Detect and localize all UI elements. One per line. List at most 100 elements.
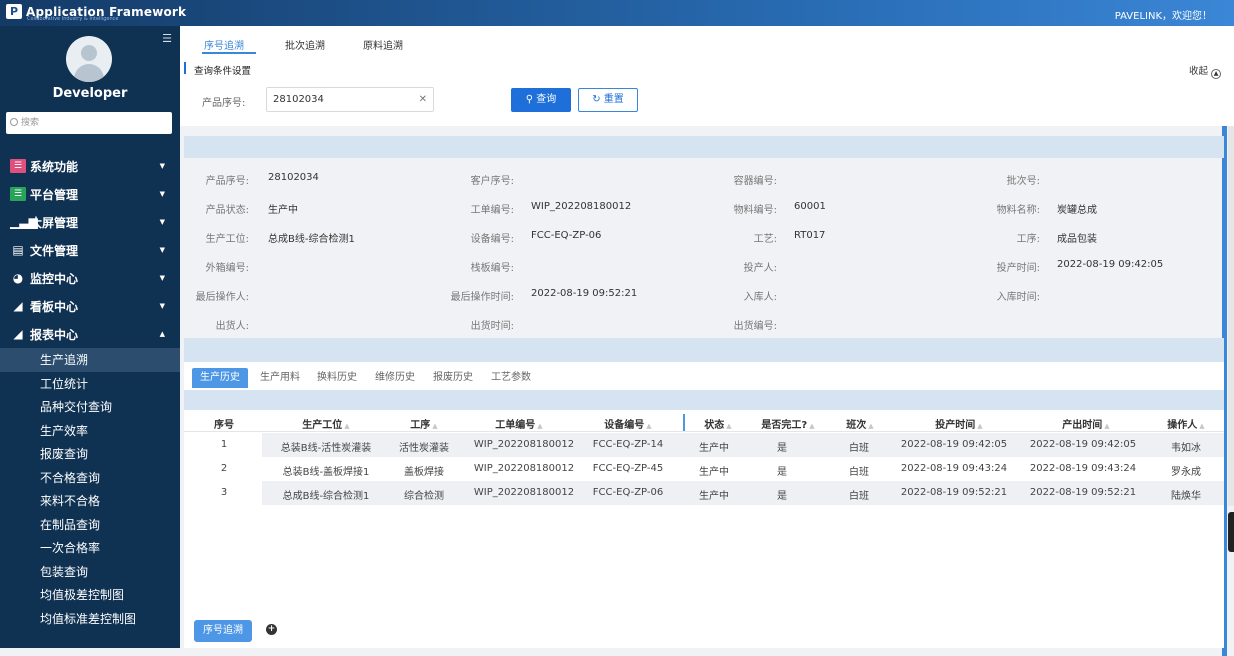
info-value: 总成B线-综合检测1 [268,234,355,245]
line-chart-icon: ◢ [13,327,23,341]
column-resize-handle[interactable] [683,414,685,431]
section-title: 查询条件设置 [194,66,252,77]
sidebar-item-report[interactable]: ◢ 报表中心 ▲ [0,320,180,348]
side-drawer-handle[interactable] [1228,512,1234,552]
sidebar-item-screen[interactable]: ▁▃▆ 大屏管理 ▼ [0,208,180,236]
sidebar-item-platform[interactable]: ☰ 平台管理 ▼ [0,180,180,208]
info-label: 外箱编号: [205,263,249,274]
cell-done: 是 [777,443,787,454]
table-row[interactable]: 3 总成B线-综合检测1 综合检测 WIP_202208180012 FCC-E… [184,481,1224,505]
col-header-status[interactable]: 状态 ▲ [698,416,738,431]
col-header-done[interactable]: 是否完工? ▲ [758,416,818,431]
col-header-station[interactable]: 生产工位 ▲ [286,416,366,431]
sidebar-subitem[interactable]: 报废查询 [0,442,180,466]
info-label: 批次号: [1006,176,1040,187]
file-icon: ▤ [12,243,24,257]
tab-change-history[interactable]: 换料历史 [317,368,357,388]
sort-icon[interactable]: ▲ [1199,422,1204,430]
col-header-index: 序号 [214,420,234,431]
col-header-device[interactable]: 设备编号 ▲ [598,416,658,431]
table-row[interactable]: 2 总装B线-盖板焊接1 盖板焊接 WIP_202208180012 FCC-E… [184,457,1224,481]
cell-process: 盖板焊接 [404,467,444,478]
info-label: 产品序号: [205,176,249,187]
tab-material-trace[interactable]: 原料追溯 [363,37,403,52]
sort-icon[interactable]: ▲ [868,422,873,430]
sidebar-subitem[interactable]: 均值极差控制图 [0,583,180,607]
sort-icon[interactable]: ▲ [344,422,349,430]
tab-batch-trace[interactable]: 批次追溯 [285,37,325,52]
info-value: 生产中 [268,205,298,216]
sort-icon[interactable]: ▲ [537,422,542,430]
add-tab-icon[interactable]: + [266,624,277,635]
clear-icon[interactable]: ✕ [419,88,427,111]
detail-panel: 生产历史 生产用料 换料历史 维修历史 报废历史 工艺参数 序号 生产工位 ▲ 工… [184,362,1224,648]
welcome-text[interactable]: PAVELINK，欢迎您！ [1115,7,1212,22]
sort-icon[interactable]: ▲ [809,422,814,430]
collapse-link[interactable]: 收起 ▲ [1189,63,1221,79]
sort-icon[interactable]: ▲ [646,422,651,430]
logo-mark: P [6,4,22,19]
sidebar-item-files[interactable]: ▤ 文件管理 ▼ [0,236,180,264]
info-label: 出货人: [215,321,249,332]
serial-input[interactable]: 28102034 ✕ [266,87,434,112]
chevron-down-icon: ▼ [159,218,165,226]
cell-device: FCC-EQ-ZP-06 [592,487,664,498]
tab-material-usage[interactable]: 生产用料 [260,368,300,388]
col-header-shift[interactable]: 班次 ▲ [844,416,876,431]
page-tab-serial-trace[interactable]: 序号追溯 [194,620,252,642]
info-label: 投产人: [743,263,777,274]
col-header-end-time[interactable]: 产出时间 ▲ [1056,416,1116,431]
cell-start-time: 2022-08-19 09:52:21 [900,487,1008,498]
info-label: 出货编号: [733,321,777,332]
sidebar-subitem-trace[interactable]: 生产追溯 [0,348,180,372]
sidebar-subitem[interactable]: 生产效率 [0,419,180,443]
cell-shift: 白班 [849,443,869,454]
sidebar-subitem[interactable]: 品种交付查询 [0,395,180,419]
reset-button[interactable]: ↻ 重置 [578,88,638,112]
col-header-process[interactable]: 工序 ▲ [404,416,444,431]
table-header: 序号 生产工位 ▲ 工序 ▲ 工单编号 ▲ 设备编号 ▲ 状态 ▲ 是否完工? ▲ 班次 ▲ … [184,412,1224,432]
col-header-wo[interactable]: 工单编号 ▲ [489,416,549,431]
tab-repair-history[interactable]: 维修历史 [375,368,415,388]
refresh-icon: ↻ [592,94,604,105]
cell-end-time: 2022-08-19 09:52:21 [1029,487,1137,498]
cell-shift: 白班 [849,491,869,502]
avatar[interactable] [66,36,112,82]
sidebar-search-input[interactable]: 搜索 [6,112,172,134]
main-content: 序号追溯 批次追溯 原料追溯 查询条件设置 收起 ▲ 产品序号: 28102034… [180,26,1234,656]
sidebar-subitem[interactable]: 一次合格率 [0,536,180,560]
table-row[interactable]: 1 总装B线-活性炭灌装 活性炭灌装 WIP_202208180012 FCC-… [184,433,1224,457]
menu-collapse-icon[interactable]: ☰ [162,32,172,45]
tab-process-params[interactable]: 工艺参数 [491,368,531,388]
col-header-operator[interactable]: 操作人 ▲ [1166,416,1206,431]
list-icon: ☰ [10,187,26,201]
sidebar-subitem[interactable]: 工位统计 [0,372,180,396]
cell-operator: 罗永成 [1171,467,1201,478]
search-icon: ⚲ [525,94,537,105]
sidebar-item-monitor[interactable]: ◕ 监控中心 ▼ [0,264,180,292]
tab-serial-trace[interactable]: 序号追溯 [204,37,244,52]
cell-device: FCC-EQ-ZP-14 [592,439,664,450]
sidebar-item-board[interactable]: ◢ 看板中心 ▼ [0,292,180,320]
product-info-grid: 产品序号: 28102034 客户序号: 容器编号: 批次号: 产品状态: 生产… [180,158,1230,338]
sidebar-subitem[interactable]: 均值标准差控制图 [0,607,180,631]
sort-icon[interactable]: ▲ [977,422,982,430]
search-button[interactable]: ⚲ 查询 [511,88,571,112]
info-label: 客户序号: [470,176,514,187]
sort-icon[interactable]: ▲ [1104,422,1109,430]
tab-scrap-history[interactable]: 报废历史 [433,368,473,388]
info-value: FCC-EQ-ZP-06 [531,230,602,241]
sidebar-subitem[interactable]: 来料不合格 [0,489,180,513]
cell-wo: WIP_202208180012 [473,439,575,450]
sidebar-subitem[interactable]: 不合格查询 [0,466,180,490]
sidebar-subitem[interactable]: 在制品查询 [0,513,180,537]
col-header-start-time[interactable]: 投产时间 ▲ [929,416,989,431]
info-label: 投产时间: [996,263,1040,274]
sidebar-subitem[interactable]: 包装查询 [0,560,180,584]
cell-shift: 白班 [849,467,869,478]
sort-icon[interactable]: ▲ [726,422,731,430]
sort-icon[interactable]: ▲ [432,422,437,430]
cell-done: 是 [777,491,787,502]
tab-production-history[interactable]: 生产历史 [192,368,248,388]
sidebar-item-system[interactable]: ☰ 系统功能 ▼ [0,152,180,180]
